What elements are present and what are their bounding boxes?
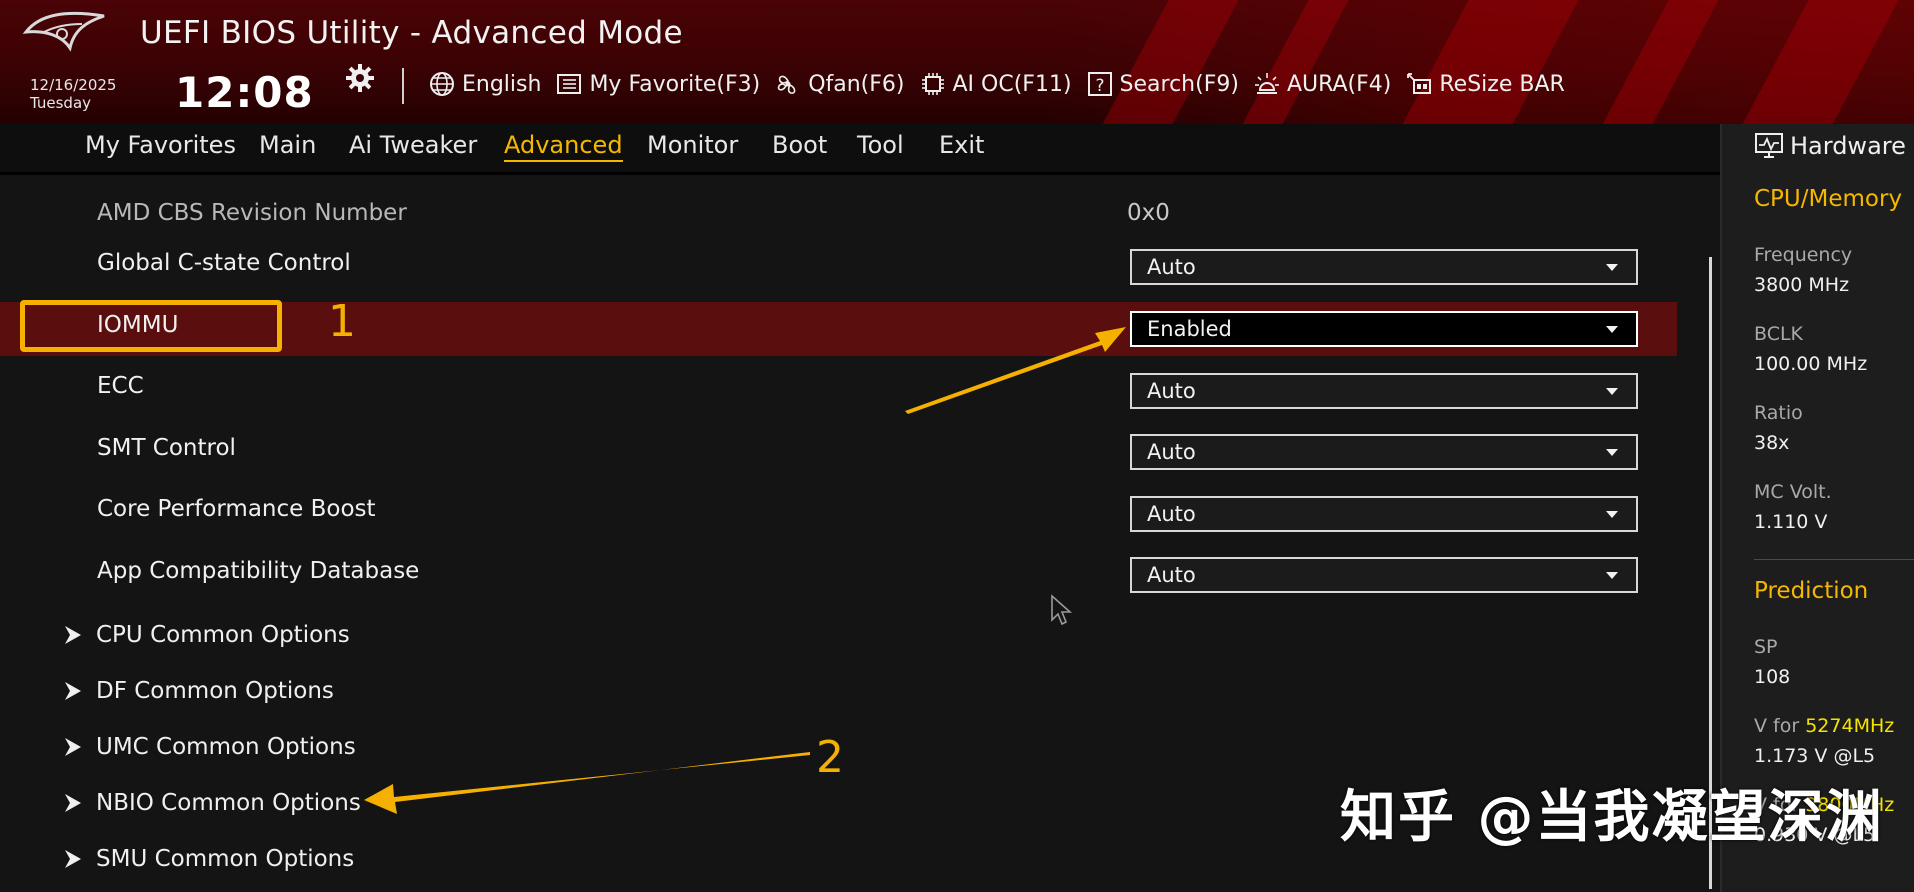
watermark-text: 知乎 @当我凝望深渊: [1340, 785, 1884, 850]
annotation-arrows: [364, 327, 1126, 814]
arrow-to-nbio-options: [364, 752, 810, 814]
arrow-to-iommu-value: [905, 327, 1126, 414]
